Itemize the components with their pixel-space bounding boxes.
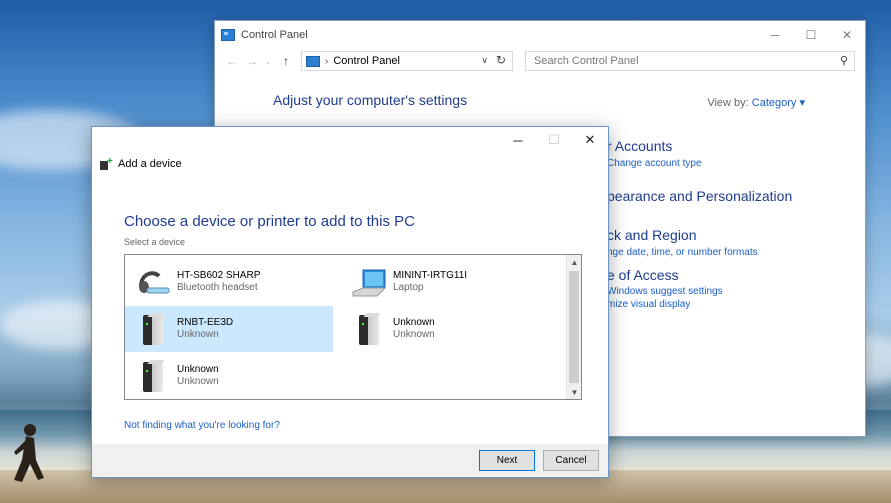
search-placeholder: Search Control Panel (534, 55, 639, 67)
scroll-down-arrow-icon[interactable]: ▼ (567, 385, 582, 399)
dialog-heading: Choose a device or printer to add to thi… (124, 213, 415, 230)
page-heading: Adjust your computer's settings (273, 92, 468, 108)
add-device-icon: + (100, 157, 113, 170)
device-item-unknown[interactable]: Unknown Unknown (131, 353, 341, 398)
dialog-subheading: Select a device (124, 237, 186, 247)
breadcrumb-control-panel[interactable]: Control Panel (333, 55, 400, 67)
link-windows-suggest-settings[interactable]: Windows suggest settings (607, 286, 723, 297)
category-ease-of-access[interactable]: e of Access (607, 267, 679, 283)
device-type: Bluetooth headset (177, 281, 258, 293)
device-item-laptop[interactable]: MININT-IRTG11I Laptop (347, 259, 557, 304)
category-user-accounts[interactable]: r Accounts (607, 138, 672, 154)
control-panel-icon (221, 29, 235, 41)
device-item-rnbt-ee3d[interactable]: RNBT-EE3D Unknown (125, 306, 333, 352)
up-arrow-icon[interactable]: ↑ (279, 54, 293, 68)
search-input[interactable]: Search Control Panel ⚲ (525, 51, 855, 71)
dialog-footer: Next Cancel (92, 444, 608, 477)
device-type: Laptop (393, 281, 424, 293)
navigation-bar: ← → ⌄ ↑ › Control Panel ∨ ↻ Search Contr… (215, 49, 865, 73)
view-by: View by: Category ▾ (707, 96, 805, 109)
next-button[interactable]: Next (479, 450, 535, 471)
close-button[interactable]: ✕ (829, 21, 865, 49)
maximize-button[interactable]: ☐ (793, 21, 829, 49)
device-type: Unknown (177, 375, 219, 387)
cancel-button[interactable]: Cancel (543, 450, 599, 471)
not-finding-link[interactable]: Not finding what you're looking for? (124, 420, 280, 431)
device-item-unknown[interactable]: Unknown Unknown (347, 306, 557, 351)
link-optimize-visual-display[interactable]: mize visual display (607, 299, 690, 310)
address-dropdown-icon[interactable]: ∨ (481, 55, 488, 66)
vertical-scrollbar[interactable]: ▲ ▼ (566, 255, 581, 399)
computer-tower-icon (135, 358, 171, 394)
scrollbar-thumb[interactable] (569, 271, 579, 383)
window-controls: ─ ☐ ✕ (757, 21, 865, 49)
refresh-icon[interactable]: ↻ (496, 53, 506, 67)
dialog-titlebar: + Add a device (100, 157, 182, 170)
link-change-date-formats[interactable]: nge date, time, or number formats (607, 247, 758, 258)
laptop-icon (351, 264, 387, 300)
recent-locations-chevron-icon[interactable]: ⌄ (261, 57, 275, 66)
close-button[interactable]: ✕ (572, 127, 608, 153)
window-title: Control Panel (241, 29, 308, 41)
runner-silhouette (14, 424, 44, 482)
add-device-dialog: ─ ☐ ✕ + Add a device Choose a device or … (91, 126, 609, 478)
device-type: Unknown (393, 328, 435, 340)
category-appearance-personalization[interactable]: pearance and Personalization (607, 188, 792, 204)
breadcrumb-separator-icon[interactable]: › (325, 56, 328, 67)
view-by-dropdown[interactable]: Category ▾ (752, 97, 805, 109)
view-by-label: View by: (707, 97, 749, 109)
search-icon[interactable]: ⚲ (840, 54, 848, 67)
computer-tower-icon (351, 311, 387, 347)
device-item-headset[interactable]: HT-SB602 SHARP Bluetooth headset (131, 259, 341, 304)
device-name: MININT-IRTG11I (393, 269, 468, 281)
scroll-up-arrow-icon[interactable]: ▲ (567, 255, 582, 269)
device-list[interactable]: HT-SB602 SHARP Bluetooth headset MININT-… (124, 254, 582, 400)
device-name: Unknown (177, 363, 219, 375)
device-name: RNBT-EE3D (177, 317, 234, 328)
category-clock-region[interactable]: ck and Region (607, 227, 697, 243)
headset-icon (135, 264, 171, 300)
device-name: HT-SB602 SHARP (177, 269, 261, 281)
forward-arrow-icon[interactable]: → (245, 54, 259, 68)
address-bar[interactable]: › Control Panel ∨ ↻ (301, 51, 513, 71)
back-arrow-icon[interactable]: ← (225, 54, 239, 68)
dialog-title: Add a device (118, 158, 182, 170)
device-name: Unknown (393, 316, 435, 328)
maximize-button: ☐ (548, 132, 560, 147)
minimize-button[interactable]: ─ (757, 21, 793, 49)
device-type: Unknown (177, 329, 219, 340)
control-panel-icon (306, 55, 320, 67)
dialog-window-controls: ─ ☐ ✕ (500, 127, 608, 153)
minimize-button[interactable]: ─ (500, 127, 536, 153)
computer-tower-icon (135, 311, 171, 347)
link-change-account-type[interactable]: Change account type (607, 158, 702, 169)
